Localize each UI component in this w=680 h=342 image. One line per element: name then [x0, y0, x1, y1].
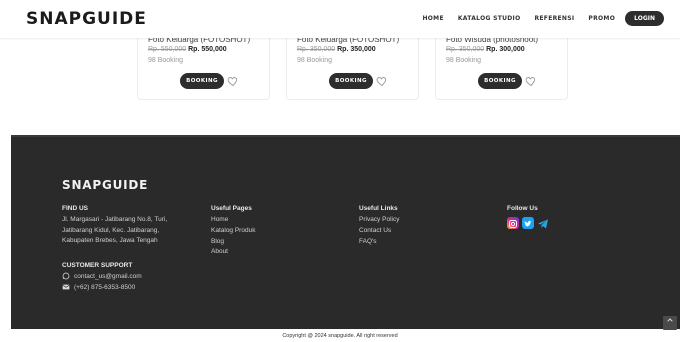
nav-katalog-studio[interactable]: KATALOG STUDIO: [458, 15, 521, 22]
useful-pages-heading: Useful Pages: [211, 205, 252, 212]
booking-count: 98 Booking: [297, 57, 333, 64]
brand-logo[interactable]: SNAPGUIDE: [26, 9, 147, 29]
nav-promo[interactable]: PROMO: [588, 15, 615, 22]
footer-link-about[interactable]: About: [211, 247, 255, 258]
new-price: Rp. 300,000: [486, 46, 525, 53]
heart-icon[interactable]: [376, 75, 388, 87]
social-icons: [507, 217, 552, 229]
footer-link-katalog[interactable]: Katalog Produk: [211, 226, 255, 237]
site-footer: SNAPGUIDE FIND US Jl. Margasari - Jatiba…: [11, 135, 680, 329]
instagram-icon[interactable]: [507, 217, 519, 229]
follow-us-heading: Follow Us: [507, 205, 538, 212]
booking-count: 98 Booking: [446, 57, 482, 64]
footer-link-home[interactable]: Home: [211, 215, 255, 226]
useful-pages-list: Home Katalog Produk Blog About: [211, 215, 255, 258]
card-price: Rp. 550,000 Rp. 550,000: [148, 46, 227, 53]
find-us-heading: FIND US: [62, 205, 88, 212]
footer-link-contact[interactable]: Contact Us: [359, 226, 399, 237]
customer-support-heading: CUSTOMER SUPPORT: [62, 262, 133, 269]
old-price: Rp. 350,000: [446, 46, 485, 53]
new-price: Rp. 350,000: [337, 46, 376, 53]
address-line: Jl. Margasari - Jatibarang No.8, Turi,: [62, 216, 168, 223]
useful-links-list: Privacy Policy Contact Us FAQ's: [359, 215, 399, 247]
main-nav: HOME KATALOG STUDIO REFERENSI PROMO LOGI…: [408, 11, 664, 26]
phone-text: (+62) 875-6353-8500: [74, 283, 136, 291]
support-email[interactable]: contact_us@gmail.com: [62, 272, 142, 280]
footer-link-faq[interactable]: FAQ's: [359, 237, 399, 248]
copyright-text: Copyright @ 2024 snapguide. All right re…: [282, 333, 398, 339]
booking-count: 98 Booking: [148, 57, 184, 64]
card-price: Rp. 350,000 Rp. 350,000: [297, 46, 376, 53]
nav-home[interactable]: HOME: [422, 15, 443, 22]
heart-icon[interactable]: [227, 75, 239, 87]
address-line: Jatibarang Kidul, Kec. Jatibarang,: [62, 226, 160, 234]
login-button[interactable]: LOGIN: [625, 11, 664, 26]
old-price: Rp. 550,000: [148, 46, 187, 53]
top-navbar: SNAPGUIDE HOME KATALOG STUDIO REFERENSI …: [0, 0, 680, 38]
telegram-icon[interactable]: [537, 217, 549, 229]
chevron-up-icon: [667, 318, 673, 322]
nav-referensi[interactable]: REFERENSI: [534, 15, 574, 22]
booking-button[interactable]: BOOKING: [180, 73, 224, 89]
support-phone[interactable]: (+62) 875-6353-8500: [62, 283, 135, 291]
email-text: contact_us@gmail.com: [74, 272, 142, 280]
footer-link-privacy[interactable]: Privacy Policy: [359, 215, 399, 226]
whatsapp-icon: [62, 272, 70, 280]
address: Jl. Margasari - Jatibarang No.8, Turi, J…: [62, 215, 167, 247]
booking-button[interactable]: BOOKING: [478, 73, 522, 89]
card-price: Rp. 350,000 Rp. 300,000: [446, 46, 525, 53]
page: SNAPGUIDE HOME KATALOG STUDIO REFERENSI …: [0, 0, 680, 342]
useful-links-heading: Useful Links: [359, 205, 398, 212]
scroll-to-top-button[interactable]: [663, 316, 677, 330]
mail-icon: [62, 284, 70, 290]
new-price: Rp. 550,000: [188, 46, 227, 53]
heart-icon[interactable]: [525, 75, 537, 87]
twitter-icon[interactable]: [522, 217, 534, 229]
footer-link-blog[interactable]: Blog: [211, 237, 255, 248]
old-price: Rp. 350,000: [297, 46, 336, 53]
booking-button[interactable]: BOOKING: [329, 73, 373, 89]
address-line: Kabupaten Brebes, Jawa Tengah: [62, 237, 158, 244]
footer-logo: SNAPGUIDE: [62, 178, 149, 192]
